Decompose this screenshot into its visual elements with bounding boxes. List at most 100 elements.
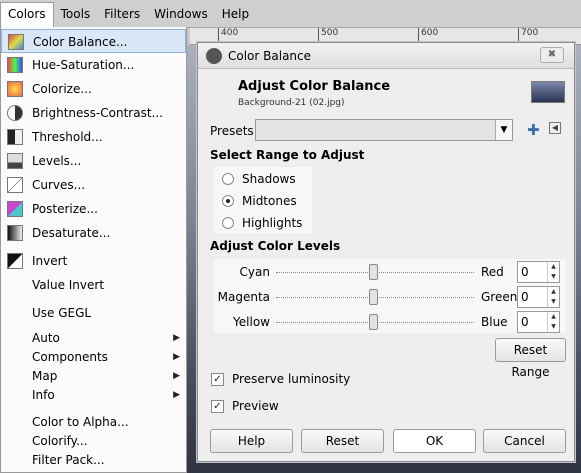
menu-item-label: Use GEGL: [32, 306, 92, 320]
menu-item-brightness-contrast[interactable]: Brightness-Contrast...: [1, 101, 186, 125]
menu-item-label: Brightness-Contrast...: [32, 106, 163, 120]
menu-item-levels[interactable]: Levels...: [1, 149, 186, 173]
submenu-arrow-icon: ▶: [173, 352, 180, 362]
menu-item-label: Colorize...: [32, 82, 92, 96]
preserve-luminosity-checkbox[interactable]: ✓ Preserve luminosity: [211, 370, 350, 388]
menu-item-label: Info: [32, 388, 55, 402]
menu-item-curves[interactable]: Curves...: [1, 173, 186, 197]
cancel-button[interactable]: Cancel: [483, 429, 566, 453]
slider-handle[interactable]: [369, 289, 378, 305]
slider-handle[interactable]: [369, 314, 378, 330]
radio-icon[interactable]: [222, 173, 234, 185]
menu-item-colorify[interactable]: Colorify...: [1, 432, 186, 451]
desaturate-icon: [7, 225, 23, 241]
checkbox-label: Preserve luminosity: [232, 372, 351, 386]
menu-colors[interactable]: Colors: [0, 1, 54, 29]
cyan-red-value[interactable]: [518, 262, 546, 282]
color-balance-dialog: Color Balance ✖ Adjust Color Balance Bac…: [197, 42, 575, 462]
menubar: Colors Tools Filters Windows Help: [0, 0, 581, 29]
cyan-red-spinbox[interactable]: ▲▼: [517, 261, 560, 283]
radio-shadows[interactable]: Shadows: [222, 169, 296, 189]
dialog-header-subtitle: Background-21 (02.jpg): [238, 98, 345, 108]
submenu-arrow-icon: ▶: [173, 333, 180, 343]
menu-item-label: Hue-Saturation...: [32, 58, 135, 72]
close-icon[interactable]: ✖: [540, 47, 564, 63]
menu-item-value-invert[interactable]: Value Invert: [1, 273, 186, 297]
radio-highlights[interactable]: Highlights: [222, 213, 302, 233]
menu-item-hue-saturation[interactable]: Hue-Saturation...: [1, 53, 186, 77]
dialog-titlebar[interactable]: Color Balance: [198, 43, 574, 69]
menu-item-label: Colorify...: [32, 434, 88, 448]
menu-windows[interactable]: Windows: [147, 2, 215, 26]
red-label: Red: [481, 265, 504, 279]
gimp-icon: [206, 47, 222, 64]
cyan-label: Cyan: [239, 265, 270, 279]
levels-icon: [7, 153, 23, 169]
menu-item-label: Invert: [32, 254, 68, 268]
menu-item-info[interactable]: Info ▶: [1, 386, 186, 405]
cyan-red-row: Cyan Red ▲▼: [214, 261, 566, 285]
magenta-label: Magenta: [217, 290, 270, 304]
radio-label: Highlights: [242, 216, 303, 230]
add-preset-icon[interactable]: ✚: [527, 121, 540, 139]
range-radio-group: Shadows Midtones Highlights: [214, 167, 312, 233]
yellow-blue-spinbox[interactable]: ▲▼: [517, 311, 560, 333]
presets-combo[interactable]: ▼: [255, 119, 513, 141]
menu-item-use-gegl[interactable]: Use GEGL: [1, 301, 186, 325]
menu-item-label: Components: [32, 350, 108, 364]
presets-label: Presets:: [210, 124, 258, 138]
menu-item-label: Auto: [32, 331, 60, 345]
ok-button[interactable]: OK: [393, 429, 476, 453]
preset-menu-icon[interactable]: ◀: [549, 122, 561, 134]
menu-item-colorize[interactable]: Colorize...: [1, 77, 186, 101]
menu-item-label: Map: [32, 369, 58, 383]
menu-item-color-to-alpha[interactable]: Color to Alpha...: [1, 413, 186, 432]
checkbox-checked-icon[interactable]: ✓: [211, 399, 224, 413]
menu-item-components[interactable]: Components ▶: [1, 348, 186, 367]
posterize-icon: [7, 201, 23, 217]
color-balance-icon: [8, 34, 24, 50]
menu-item-invert[interactable]: Invert: [1, 249, 186, 273]
help-button[interactable]: Help: [210, 429, 293, 453]
menu-item-threshold[interactable]: Threshold...: [1, 125, 186, 149]
menu-item-label: Curves...: [32, 178, 86, 192]
preview-checkbox[interactable]: ✓ Preview: [211, 397, 279, 415]
yellow-label: Yellow: [233, 315, 270, 329]
yellow-blue-value[interactable]: [518, 312, 546, 332]
hue-saturation-icon: [7, 57, 23, 73]
radio-midtones[interactable]: Midtones: [222, 191, 297, 211]
color-levels-group: Cyan Red ▲▼ Magenta Green ▲▼ Yellow Blue: [214, 259, 566, 333]
menu-item-auto[interactable]: Auto ▶: [1, 329, 186, 348]
radio-icon[interactable]: [222, 217, 234, 229]
submenu-arrow-icon: ▶: [173, 371, 180, 381]
reset-button[interactable]: Reset: [301, 429, 384, 453]
colors-menu: Color Balance... Hue-Saturation... Color…: [0, 27, 187, 473]
checkbox-label: Preview: [232, 399, 279, 413]
curves-icon: [7, 177, 23, 193]
submenu-arrow-icon: ▶: [173, 390, 180, 400]
menu-tools[interactable]: Tools: [54, 2, 98, 26]
magenta-green-spinbox[interactable]: ▲▼: [517, 286, 560, 308]
menu-item-label: Color to Alpha...: [32, 415, 129, 429]
menu-help[interactable]: Help: [215, 2, 256, 26]
magenta-green-value[interactable]: [518, 287, 546, 307]
menu-filters[interactable]: Filters: [97, 2, 147, 26]
menu-item-desaturate[interactable]: Desaturate...: [1, 221, 186, 245]
spin-arrows-icon[interactable]: ▲ ▼: [547, 312, 559, 332]
image-thumbnail: [531, 81, 565, 103]
green-label: Green: [481, 290, 518, 304]
chevron-down-icon[interactable]: ▼: [495, 120, 512, 140]
radio-checked-icon[interactable]: [222, 195, 234, 207]
reset-range-button[interactable]: Reset Range: [495, 338, 566, 379]
checkbox-checked-icon[interactable]: ✓: [211, 372, 224, 386]
menu-item-posterize[interactable]: Posterize...: [1, 197, 186, 221]
dialog-title: Color Balance: [228, 48, 312, 63]
menu-item-color-balance[interactable]: Color Balance...: [1, 29, 186, 53]
slider-handle[interactable]: [369, 264, 378, 280]
radio-label: Midtones: [242, 194, 297, 208]
spin-arrows-icon[interactable]: ▲ ▼: [547, 287, 559, 307]
spin-arrows-icon[interactable]: ▲ ▼: [547, 262, 559, 282]
brightness-contrast-icon: [7, 105, 23, 121]
menu-item-filter-pack[interactable]: Filter Pack...: [1, 451, 186, 470]
menu-item-map[interactable]: Map ▶: [1, 367, 186, 386]
